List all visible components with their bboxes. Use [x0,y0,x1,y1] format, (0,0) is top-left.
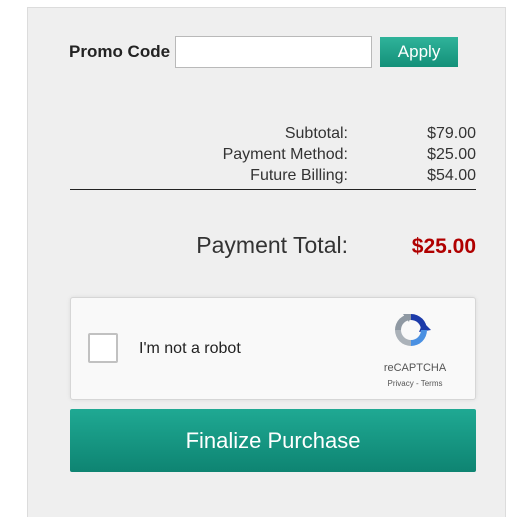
promo-code-input[interactable] [175,36,373,68]
recaptcha-checkbox-label: I'm not a robot [139,340,241,357]
promo-code-label: Promo Code [69,42,171,61]
payment-method-row: Payment Method: $25.00 [70,144,476,165]
future-billing-value: $54.00 [427,167,476,184]
subtotal-row: Subtotal: $79.00 [70,123,476,144]
future-billing-label: Future Billing: [250,167,348,184]
summary-divider [70,189,476,190]
checkout-panel: Promo Code Apply Subtotal: $79.00 Paymen… [27,7,506,517]
future-billing-row: Future Billing: $54.00 [70,165,476,186]
apply-promo-button[interactable]: Apply [380,37,459,67]
recaptcha-terms-link[interactable]: Terms [421,379,443,388]
recaptcha-links: Privacy - Terms [374,379,456,388]
payment-method-value: $25.00 [427,146,476,163]
recaptcha-logo-icon [395,314,431,346]
order-summary: Subtotal: $79.00 Payment Method: $25.00 … [70,123,476,190]
recaptcha-brand: reCAPTCHA [383,362,447,374]
payment-total-value: $25.00 [411,235,476,258]
recaptcha-widget: I'm not a robot reCAPTCHA Privacy - Term… [70,297,476,400]
recaptcha-privacy-link[interactable]: Privacy [388,379,414,388]
payment-total-label: Payment Total: [196,232,348,258]
payment-method-label: Payment Method: [222,146,348,163]
recaptcha-checkbox[interactable] [88,333,118,363]
finalize-purchase-button[interactable]: Finalize Purchase [70,409,476,472]
promo-code-row: Promo Code Apply [69,36,459,68]
subtotal-label: Subtotal: [284,125,348,142]
payment-total-row: Payment Total: $25.00 [70,232,476,259]
subtotal-value: $79.00 [427,125,476,142]
recaptcha-links-separator: - [413,379,421,388]
